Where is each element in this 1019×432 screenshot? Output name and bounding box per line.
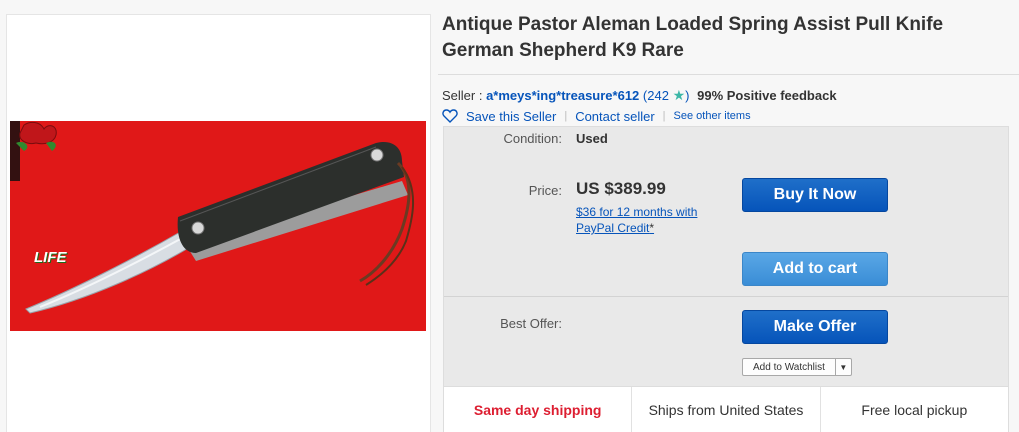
ships-from: Ships from United States <box>631 387 819 432</box>
seller-name-link[interactable]: a*meys*ing*treasure*612 <box>486 88 639 103</box>
buy-box: Condition: Used Price: US $389.99 $36 fo… <box>443 126 1009 432</box>
credit-asterisk: * <box>649 221 655 235</box>
separator: | <box>662 110 666 122</box>
best-offer-label: Best Offer: <box>500 316 562 331</box>
credit-line-1: $36 for 12 months with <box>576 205 698 219</box>
product-photo[interactable]: LIFE <box>10 121 426 331</box>
contact-seller-link[interactable]: Contact seller <box>575 109 654 124</box>
star-icon: ★ <box>672 87 686 103</box>
listing-title: Antique Pastor Aleman Loaded Spring Assi… <box>442 14 944 61</box>
watchlist-label: Add to Watchlist <box>753 361 825 373</box>
life-logo-text: LIFE <box>34 249 67 266</box>
title-divider <box>438 74 1019 75</box>
condition-label: Condition: <box>503 131 562 146</box>
buybox-divider <box>444 296 1008 297</box>
buy-it-now-button[interactable]: Buy It Now <box>742 178 888 212</box>
separator: | <box>564 110 568 122</box>
knife-illustration <box>25 141 414 314</box>
seller-score[interactable]: (242 ★) <box>642 87 690 103</box>
shipping-highlights: Same day shipping Ships from United Stat… <box>444 386 1008 432</box>
make-offer-button[interactable]: Make Offer <box>742 310 888 344</box>
seller-prefix: Seller : <box>442 88 487 103</box>
chevron-down-icon[interactable]: ▼ <box>834 359 851 375</box>
save-seller-link[interactable]: Save this Seller <box>466 109 556 124</box>
see-other-items-link[interactable]: See other items <box>674 110 751 122</box>
seller-score-open: (242 <box>642 88 669 103</box>
life-logo-icon <box>16 121 57 151</box>
seller-actions: Save this Seller | Contact seller | See … <box>442 108 751 124</box>
heart-icon[interactable] <box>442 108 458 124</box>
paypal-credit-link[interactable]: $36 for 12 months with PayPal Credit* <box>576 204 697 236</box>
add-to-watchlist-button[interactable]: Add to Watchlist ▼ <box>742 358 852 376</box>
free-local-pickup: Free local pickup <box>819 387 1008 432</box>
credit-line-2: PayPal Credit <box>576 221 650 235</box>
add-to-cart-button[interactable]: Add to cart <box>742 252 888 286</box>
image-panel: LIFE <box>6 14 431 432</box>
same-day-shipping: Same day shipping <box>473 401 602 418</box>
price-label: Price: <box>528 183 562 198</box>
price-value: US $389.99 <box>576 179 666 198</box>
condition-value: Used <box>576 131 608 146</box>
seller-score-close: ) <box>685 88 690 103</box>
seller-info: Seller : a*meys*ing*treasure*612 (242 ★)… <box>442 87 837 104</box>
positive-feedback: 99% Positive feedback <box>697 88 837 103</box>
